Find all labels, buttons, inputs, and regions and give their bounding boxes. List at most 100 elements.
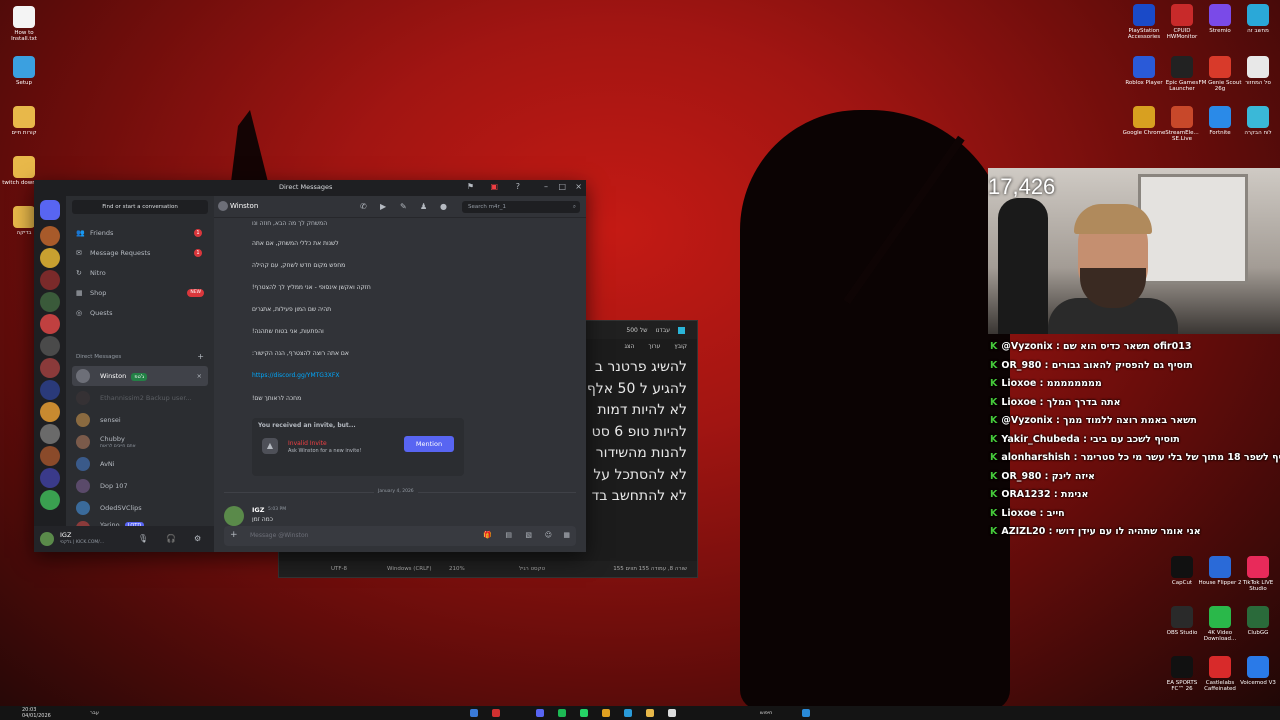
message-line: והפתעות, אני בטוח שתהנה! bbox=[252, 328, 324, 335]
add-dm-icon[interactable]: + bbox=[197, 352, 204, 361]
gif-icon[interactable]: ▤ bbox=[505, 531, 512, 539]
server-icon[interactable] bbox=[40, 380, 60, 400]
clock[interactable]: 20:03 04/01/2026 bbox=[22, 707, 51, 719]
avatar[interactable] bbox=[224, 506, 244, 526]
nav-shop[interactable]: ▦ Shop NEW bbox=[72, 285, 208, 301]
notepad-tab[interactable]: עבדנו bbox=[655, 327, 670, 334]
language-indicator[interactable]: עבר bbox=[90, 710, 99, 716]
desktop-icon[interactable]: מחשב זה bbox=[1236, 4, 1280, 34]
screen-icon[interactable]: ▣ bbox=[490, 182, 498, 191]
server-icon[interactable] bbox=[40, 402, 60, 422]
pin-icon[interactable]: ✎ bbox=[400, 202, 407, 211]
close-icon[interactable]: × bbox=[575, 182, 582, 191]
spotify-icon[interactable] bbox=[558, 709, 566, 717]
taskbar-search[interactable]: חיפוש bbox=[760, 710, 772, 716]
search-input[interactable]: Search m4r_1 ⌕ bbox=[462, 201, 580, 213]
microphone-icon[interactable]: 🎙 bbox=[138, 534, 148, 543]
emoji-icon[interactable]: ☺ bbox=[545, 531, 552, 539]
gift-icon[interactable]: 🎁 bbox=[483, 531, 492, 539]
message-composer[interactable]: + Message @Winston 🎁 ▤ ▧ ☺ ▦ bbox=[224, 526, 576, 546]
server-icon[interactable] bbox=[40, 336, 60, 356]
notepad-tab[interactable]: 500 של bbox=[626, 327, 647, 334]
chat-text: : תשאר כדיס הוא שם ofir013 bbox=[1055, 341, 1192, 352]
whatsapp-icon[interactable] bbox=[580, 709, 588, 717]
dm-item[interactable]: AvNi bbox=[72, 454, 208, 474]
dm-item-winston[interactable]: Winston ג'טפ × bbox=[72, 366, 208, 386]
desktop-icon-how-to-install[interactable]: How to Install.txt bbox=[2, 6, 46, 42]
minimize-icon[interactable]: – bbox=[544, 182, 548, 191]
server-icon[interactable] bbox=[40, 468, 60, 488]
notepad-icon bbox=[678, 326, 685, 334]
server-icon[interactable] bbox=[40, 226, 60, 246]
apps-icon[interactable]: ▦ bbox=[563, 531, 570, 539]
discord-window[interactable]: Direct Messages ⚑ ▣ ? – □ × Find or star… bbox=[34, 180, 586, 552]
message-line: אם אתה רוצה להצטרף, הנה הקישור: bbox=[252, 350, 349, 357]
server-icon[interactable] bbox=[40, 248, 60, 268]
menu-view[interactable]: הצג bbox=[624, 343, 634, 350]
desktop-icon[interactable]: לוח הבקרה bbox=[1236, 106, 1280, 136]
mention-button[interactable]: Mention bbox=[404, 436, 454, 452]
video-call-icon[interactable]: ▶ bbox=[380, 202, 386, 211]
shop-icon: ▦ bbox=[76, 289, 83, 297]
desktop-icon[interactable]: TikTok LIVE Studio bbox=[1236, 556, 1280, 592]
dm-item[interactable]: Ethannissim2 Backup user... bbox=[72, 388, 208, 408]
server-icon[interactable] bbox=[40, 358, 60, 378]
notepad-taskbar-icon[interactable] bbox=[668, 709, 676, 717]
desktop-icon[interactable]: Voicemod V3 bbox=[1236, 656, 1280, 686]
app-icon[interactable] bbox=[492, 709, 500, 717]
desktop-icon-resume[interactable]: קורות חיים bbox=[2, 106, 46, 136]
dm-item[interactable]: sensei bbox=[72, 410, 208, 430]
discord-home-icon[interactable] bbox=[40, 200, 60, 220]
invite-link[interactable]: https://discord.gg/YMTG3XFX bbox=[252, 372, 339, 379]
discord-taskbar-icon[interactable] bbox=[536, 709, 544, 717]
inbox-icon[interactable]: ⚑ bbox=[467, 182, 474, 191]
profile-icon[interactable]: ● bbox=[440, 202, 447, 211]
dm-item[interactable]: Chubby אתם חייבים לראות bbox=[72, 432, 208, 452]
dm-name: AvNi bbox=[100, 460, 115, 468]
nav-quests[interactable]: ◎ Quests bbox=[72, 305, 208, 321]
voice-call-icon[interactable]: ✆ bbox=[360, 202, 367, 211]
server-icon[interactable] bbox=[40, 424, 60, 444]
dm-item[interactable]: OdedSVClips bbox=[72, 498, 208, 518]
message-author[interactable]: IGZ bbox=[252, 506, 264, 514]
server-icon[interactable] bbox=[40, 314, 60, 334]
help-icon[interactable]: ? bbox=[516, 182, 520, 191]
nav-friends[interactable]: 👥 Friends 1 bbox=[72, 225, 208, 241]
message-input[interactable]: Message @Winston bbox=[250, 532, 308, 539]
kick-icon: K bbox=[990, 378, 998, 389]
text-file-icon bbox=[13, 6, 35, 28]
user-panel: IGZ גלקסי | KICK.COM/... 🎙 🎧 ⚙ bbox=[34, 526, 214, 552]
file-explorer-icon[interactable] bbox=[646, 709, 654, 717]
server-icon[interactable] bbox=[40, 292, 60, 312]
nav-nitro[interactable]: ↻ Nitro bbox=[72, 265, 208, 281]
server-icon[interactable] bbox=[40, 490, 60, 510]
sticker-icon[interactable]: ▧ bbox=[525, 531, 532, 539]
desktop-icon-setup[interactable]: Setup bbox=[2, 56, 46, 86]
nav-label: Nitro bbox=[90, 269, 106, 277]
desktop-icon-label: CPUID HWMonitor bbox=[1166, 28, 1198, 40]
chrome-icon[interactable] bbox=[602, 709, 610, 717]
find-conversation-button[interactable]: Find or start a conversation bbox=[72, 200, 208, 214]
headphones-icon[interactable]: 🎧 bbox=[166, 534, 176, 543]
server-icon[interactable] bbox=[40, 270, 60, 290]
avatar[interactable] bbox=[40, 532, 54, 546]
dm-item[interactable]: Dop 107 bbox=[72, 476, 208, 496]
status-format: טקסט רגיל bbox=[519, 566, 546, 572]
desktop-icon[interactable]: ClubGG bbox=[1236, 606, 1280, 636]
menu-edit[interactable]: ערוך bbox=[648, 343, 660, 350]
add-attachment-icon[interactable]: + bbox=[230, 530, 238, 540]
settings-gear-icon[interactable]: ⚙ bbox=[194, 534, 201, 543]
nav-message-requests[interactable]: ✉ Message Requests 1 bbox=[72, 245, 208, 261]
app-icon[interactable] bbox=[470, 709, 478, 717]
chat-username: AZIZL20 bbox=[1001, 526, 1049, 537]
server-icon[interactable] bbox=[40, 446, 60, 466]
close-dm-icon[interactable]: × bbox=[197, 366, 202, 386]
windows-start-icon[interactable] bbox=[802, 709, 810, 717]
maximize-icon[interactable]: □ bbox=[558, 182, 566, 191]
chat-text: : חייב bbox=[1039, 507, 1065, 519]
app-icon[interactable] bbox=[624, 709, 632, 717]
menu-file[interactable]: קובץ bbox=[674, 343, 687, 350]
desktop-icon[interactable]: סל המחזור bbox=[1236, 56, 1280, 86]
add-friends-icon[interactable]: ♟ bbox=[420, 202, 427, 211]
notepad-text[interactable]: להשיג פרטנר ב להגיע ל 50 אלף לא להיות דמ… bbox=[587, 357, 687, 508]
